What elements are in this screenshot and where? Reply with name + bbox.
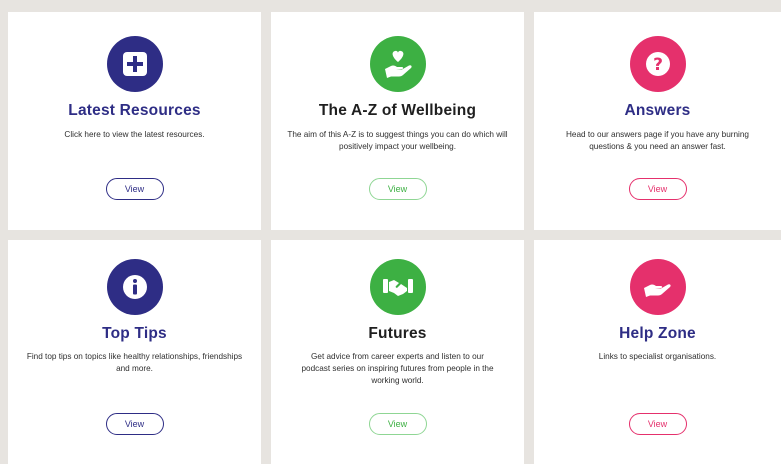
card-latest-resources[interactable]: Latest Resources Click here to view the … <box>8 12 261 230</box>
handshake-icon <box>369 259 426 315</box>
info-icon <box>106 259 163 315</box>
svg-text:?: ? <box>653 55 663 75</box>
card-futures[interactable]: Futures Get advice from career experts a… <box>271 240 524 464</box>
card-title: Help Zone <box>619 325 696 342</box>
plus-icon <box>106 36 163 92</box>
card-top-tips[interactable]: Top Tips Find top tips on topics like he… <box>8 240 261 464</box>
card-title: Top Tips <box>102 325 167 342</box>
card-answers[interactable]: ? Answers Head to our answers page if yo… <box>534 12 781 230</box>
card-help-zone[interactable]: Help Zone Links to specialist organisati… <box>534 240 781 464</box>
card-description: Click here to view the latest resources. <box>64 130 205 139</box>
card-title: Futures <box>368 325 427 342</box>
resource-grid: Latest Resources Click here to view the … <box>0 0 781 464</box>
card-a-z-wellbeing[interactable]: The A-Z of Wellbeing The aim of this A-Z… <box>271 12 524 230</box>
hand-heart-icon <box>369 36 426 92</box>
card-description: The aim of this A-Z is to suggest things… <box>287 130 508 151</box>
card-description: Head to our answers page if you have any… <box>566 130 749 151</box>
question-icon: ? <box>629 36 686 92</box>
card-title: Answers <box>624 102 691 119</box>
view-button[interactable]: View <box>628 413 687 435</box>
view-button[interactable]: View <box>368 178 427 200</box>
card-description: Links to specialist organisations. <box>598 352 717 361</box>
view-button[interactable]: View <box>105 413 164 435</box>
view-button[interactable]: View <box>368 413 427 435</box>
card-title: Latest Resources <box>68 102 201 119</box>
view-button[interactable]: View <box>105 178 164 200</box>
card-description: Get advice from career experts and liste… <box>301 352 494 385</box>
open-hand-icon <box>629 259 686 315</box>
card-title: The A-Z of Wellbeing <box>318 102 477 119</box>
view-button[interactable]: View <box>628 178 687 200</box>
card-description: Find top tips on topics like healthy rel… <box>26 352 243 373</box>
